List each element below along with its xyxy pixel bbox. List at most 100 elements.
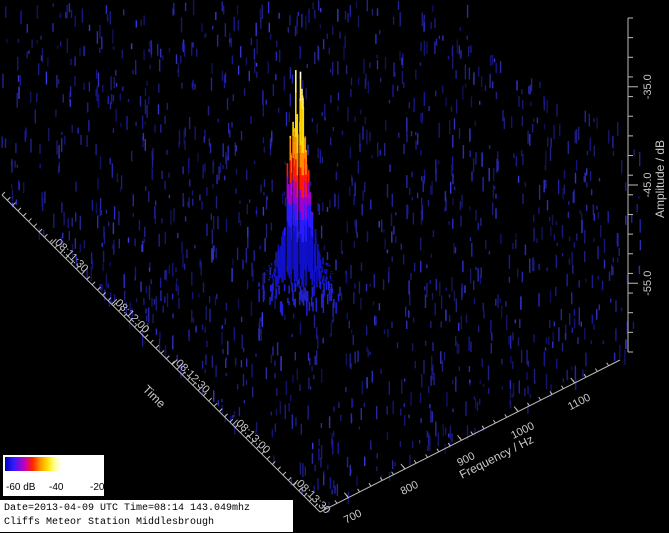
noise-streak: [545, 179, 547, 189]
noise-streak: [43, 229, 45, 237]
noise-streak: [636, 204, 638, 213]
noise-streak: [175, 267, 177, 272]
noise-streak: [593, 324, 595, 330]
noise-streak: [491, 332, 493, 341]
noise-streak: [455, 376, 457, 392]
noise-streak: [382, 279, 385, 290]
noise-streak: [314, 355, 316, 365]
noise-streak: [150, 279, 152, 285]
noise-streak: [431, 292, 434, 300]
noise-streak: [388, 99, 391, 104]
noise-streak: [149, 64, 151, 69]
noise-streak: [283, 76, 285, 91]
noise-streak: [136, 298, 138, 303]
noise-streak: [253, 160, 256, 164]
noise-streak: [521, 271, 523, 283]
noise-streak: [331, 438, 333, 445]
noise-streak: [211, 63, 213, 74]
noise-streak: [450, 106, 453, 112]
noise-streak: [451, 45, 454, 56]
time-minor-tick: [150, 339, 154, 344]
echo-base-streak: [283, 284, 286, 291]
noise-streak: [102, 250, 105, 263]
echo-base-streak: [271, 285, 273, 298]
noise-streak: [119, 187, 122, 192]
noise-streak: [271, 179, 273, 192]
noise-streak: [113, 239, 115, 255]
noise-streak: [448, 433, 450, 438]
noise-streak: [329, 199, 331, 208]
noise-streak: [305, 15, 307, 30]
noise-streak: [4, 138, 7, 148]
noise-streak: [596, 205, 598, 210]
noise-streak: [495, 208, 497, 219]
noise-streak: [95, 202, 98, 215]
noise-streak: [127, 99, 130, 103]
noise-streak: [585, 352, 587, 367]
noise-streak: [473, 280, 475, 290]
noise-streak: [105, 273, 108, 288]
noise-streak: [460, 215, 462, 227]
noise-streak: [329, 477, 332, 489]
time-minor-tick: [266, 455, 271, 460]
noise-streak: [521, 116, 523, 126]
noise-streak: [183, 44, 186, 57]
noise-streak: [323, 245, 326, 251]
noise-streak: [541, 227, 543, 240]
noise-streak: [350, 329, 353, 334]
noise-streak: [225, 155, 228, 170]
noise-streak: [568, 201, 570, 205]
noise-streak: [263, 146, 265, 153]
noise-streak: [52, 23, 54, 32]
echo-spike-segment: [301, 263, 303, 287]
noise-streak: [110, 76, 112, 91]
noise-streak: [500, 233, 502, 245]
noise-streak: [177, 285, 179, 296]
noise-streak: [56, 75, 58, 88]
noise-streak: [615, 300, 617, 313]
time-tick-label: 08:12:00: [113, 297, 152, 336]
echo-spike-segment: [295, 181, 297, 204]
noise-streak: [391, 231, 393, 243]
noise-streak: [366, 231, 369, 243]
noise-streak: [494, 186, 496, 190]
noise-streak: [301, 14, 303, 28]
noise-streak: [421, 205, 424, 221]
noise-streak: [350, 469, 352, 474]
noise-streak: [432, 5, 434, 12]
noise-streak: [123, 9, 125, 16]
noise-streak: [493, 167, 495, 181]
echo-spike-segment: [301, 197, 303, 220]
noise-streak: [264, 238, 266, 252]
noise-streak: [221, 325, 223, 329]
noise-streak: [53, 213, 55, 228]
noise-streak: [256, 71, 258, 78]
echo-base-streak: [328, 280, 330, 291]
noise-streak: [586, 204, 588, 211]
noise-streak: [440, 321, 442, 328]
noise-streak: [528, 86, 530, 94]
noise-streak: [491, 202, 494, 215]
noise-streak: [250, 301, 253, 316]
noise-streak: [511, 116, 513, 128]
noise-streak: [419, 440, 421, 444]
noise-streak: [420, 260, 422, 273]
noise-streak: [508, 276, 511, 283]
echo-spike-segment: [305, 218, 307, 242]
echo-spike-segment: [295, 70, 297, 93]
noise-streak: [603, 259, 606, 269]
noise-streak: [430, 375, 432, 386]
noise-streak: [240, 130, 243, 141]
echo-spike-segment: [295, 136, 297, 160]
noise-streak: [357, 350, 359, 362]
noise-streak: [97, 178, 99, 190]
noise-streak: [341, 130, 344, 136]
noise-streak: [291, 414, 293, 429]
noise-streak: [473, 298, 476, 305]
echo-spike-segment: [301, 107, 303, 131]
noise-streak: [284, 404, 286, 420]
noise-streak: [302, 463, 304, 477]
noise-streak: [515, 233, 517, 238]
noise-streak: [70, 59, 72, 66]
noise-streak: [332, 26, 334, 35]
